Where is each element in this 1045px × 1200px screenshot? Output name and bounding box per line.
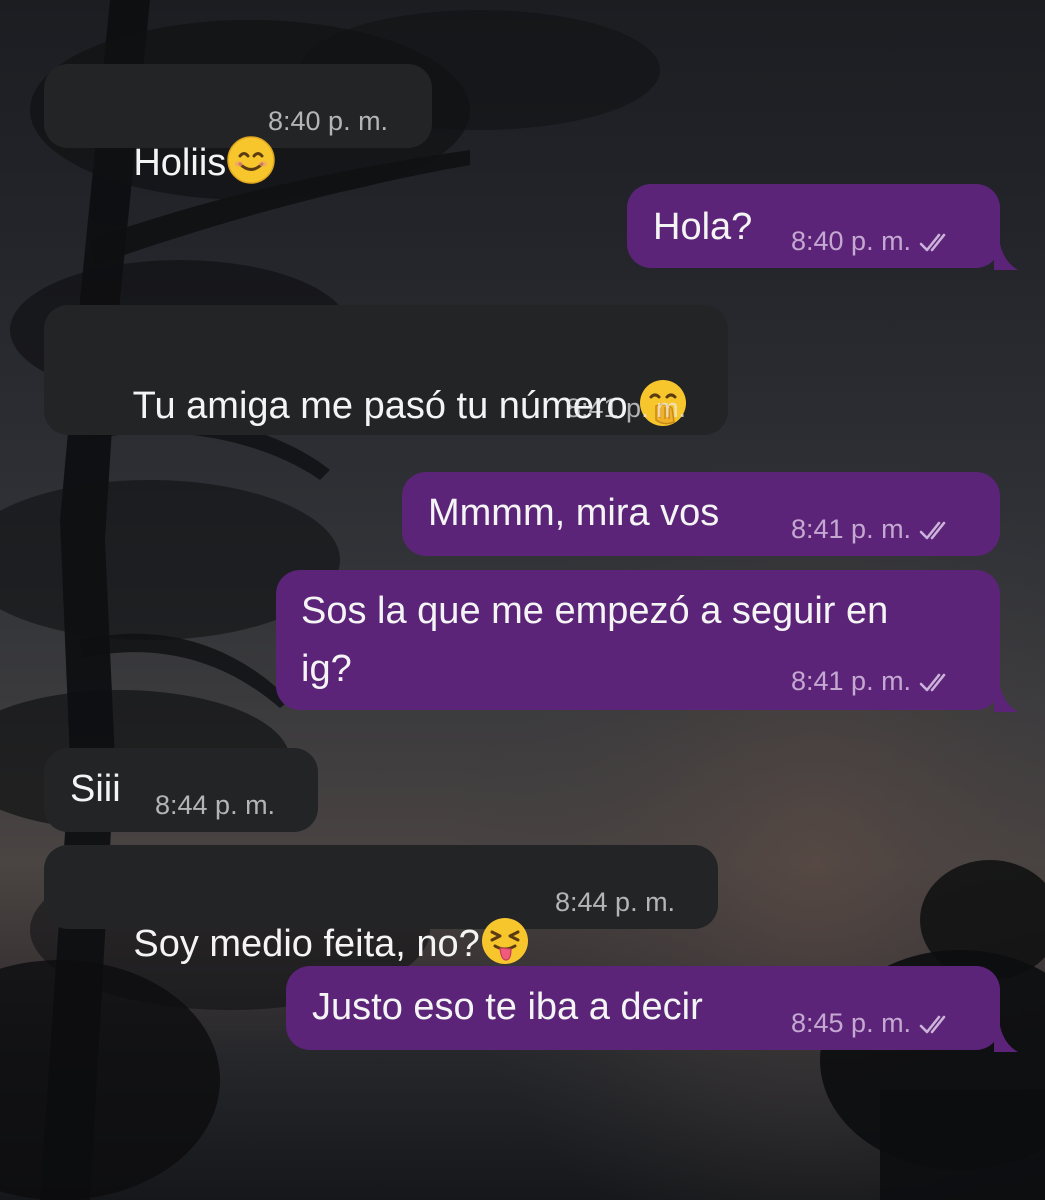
message-time: 8:41 p. m. xyxy=(566,393,687,423)
message-text: Soy medio feita, no? xyxy=(133,923,480,965)
squinting-face-with-tongue-icon xyxy=(481,918,528,964)
chat-screen: Holiis 8:40 p. m. Hola? 8:40 p. m. Tu am… xyxy=(0,0,1045,1200)
read-receipt-double-check-icon xyxy=(919,1015,946,1034)
message-time: 8:40 p. m. xyxy=(268,106,389,136)
bubble-tail xyxy=(994,244,1018,270)
read-receipt-double-check-icon xyxy=(919,673,946,692)
message-bubble-outgoing[interactable]: Justo eso te iba a decir 8:45 p. m. xyxy=(286,966,1000,1050)
message-bubble-outgoing[interactable]: Mmmm, mira vos 8:41 p. m. xyxy=(402,472,1000,556)
message-time: 8:45 p. m. xyxy=(791,1008,912,1038)
message-text: Tu amiga me pasó tu número xyxy=(132,385,628,427)
message-bubble-incoming[interactable]: Soy medio feita, no? 8:44 p. m. xyxy=(44,845,718,965)
bubble-tail xyxy=(994,686,1018,712)
message-text: Siii xyxy=(70,768,121,810)
read-receipt-double-check-icon xyxy=(919,521,946,540)
message-text: Mmmm, mira vos xyxy=(428,492,720,534)
message-text-line-2: ig? xyxy=(301,648,352,690)
message-time: 8:41 p. m. xyxy=(791,514,912,544)
message-time: 8:44 p. m. xyxy=(155,790,276,820)
message-text: Hola? xyxy=(653,206,753,248)
message-text: Justo eso te iba a decir xyxy=(312,986,703,1028)
message-text-line-1: Sos la que me empezó a seguir en xyxy=(301,590,889,632)
message-bubble-outgoing[interactable]: Sos la que me empezó a seguir en ig? 8:4… xyxy=(276,570,1000,710)
read-receipt-double-check-icon xyxy=(919,233,946,252)
message-bubble-incoming[interactable]: Tu amiga me pasó tu número 8:41 p. m. xyxy=(44,305,728,435)
smiling-face-icon xyxy=(227,136,276,184)
message-text: Holiis xyxy=(133,142,227,184)
message-time: 8:41 p. m. xyxy=(791,666,912,696)
message-bubble-outgoing[interactable]: Hola? 8:40 p. m. xyxy=(627,184,1000,268)
message-bubble-incoming[interactable]: Siii 8:44 p. m. xyxy=(44,748,318,832)
bubble-tail xyxy=(994,1026,1018,1052)
message-bubble-incoming[interactable]: Holiis 8:40 p. m. xyxy=(44,64,432,184)
message-time: 8:44 p. m. xyxy=(555,887,676,917)
message-time: 8:40 p. m. xyxy=(791,226,912,256)
